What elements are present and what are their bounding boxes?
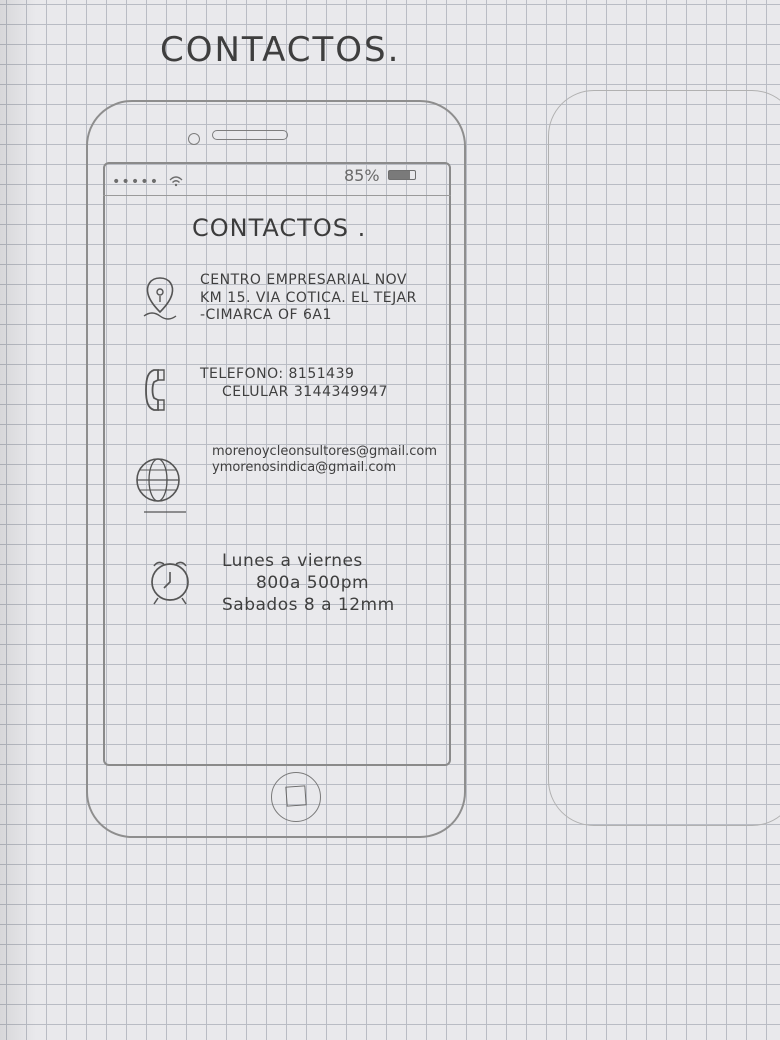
battery-icon [388, 170, 416, 180]
globe-icon [130, 444, 190, 513]
front-camera-icon [188, 133, 200, 145]
second-phone-outline [548, 90, 780, 826]
home-square-icon [285, 785, 307, 807]
email-text: morenoycleonsultores@gmail.com ymorenosi… [212, 444, 437, 477]
map-pin-icon [130, 272, 190, 332]
alarm-clock-icon [130, 550, 190, 610]
address-line-1: CENTRO EMPRESARIAL NOV [200, 272, 408, 288]
telephone-icon [130, 366, 190, 426]
paper-shadow [0, 0, 36, 1040]
email-line-1[interactable]: morenoycleonsultores@gmail.com [212, 444, 437, 460]
phone-text: TELEFONO: 8151439 CELULAR 3144349947 [200, 366, 388, 401]
hours-line-3: Sabados 8 a 12mm [222, 595, 395, 616]
wifi-icon [169, 176, 183, 187]
sketch-title: CONTACTOS. [160, 30, 401, 70]
phone-line-1: TELEFONO: 8151439 [200, 366, 355, 382]
hours-line-1: Lunes a viernes [222, 551, 363, 571]
phone-line-2: CELULAR 3144349947 [222, 383, 388, 400]
address-line-3: -CIMARCA OF 6A1 [200, 307, 332, 323]
home-button[interactable] [271, 772, 321, 822]
hours-line-2: 800a 500pm [256, 573, 370, 594]
signal-icon: ••••• [112, 174, 183, 190]
screen-title: CONTACTOS . [192, 214, 367, 242]
battery-percent: 85% [344, 166, 380, 185]
speaker-grille [212, 130, 288, 140]
hours-text: Lunes a viernes 800a 500pm Sabados 8 a 1… [222, 550, 395, 616]
email-line-2[interactable]: ymorenosindica@gmail.com [212, 460, 437, 476]
address-line-2: KM 15. VIA COTICA. EL TEJAR [200, 289, 417, 306]
signal-dots: ••••• [112, 174, 160, 190]
address-text: CENTRO EMPRESARIAL NOV KM 15. VIA COTICA… [200, 272, 417, 325]
